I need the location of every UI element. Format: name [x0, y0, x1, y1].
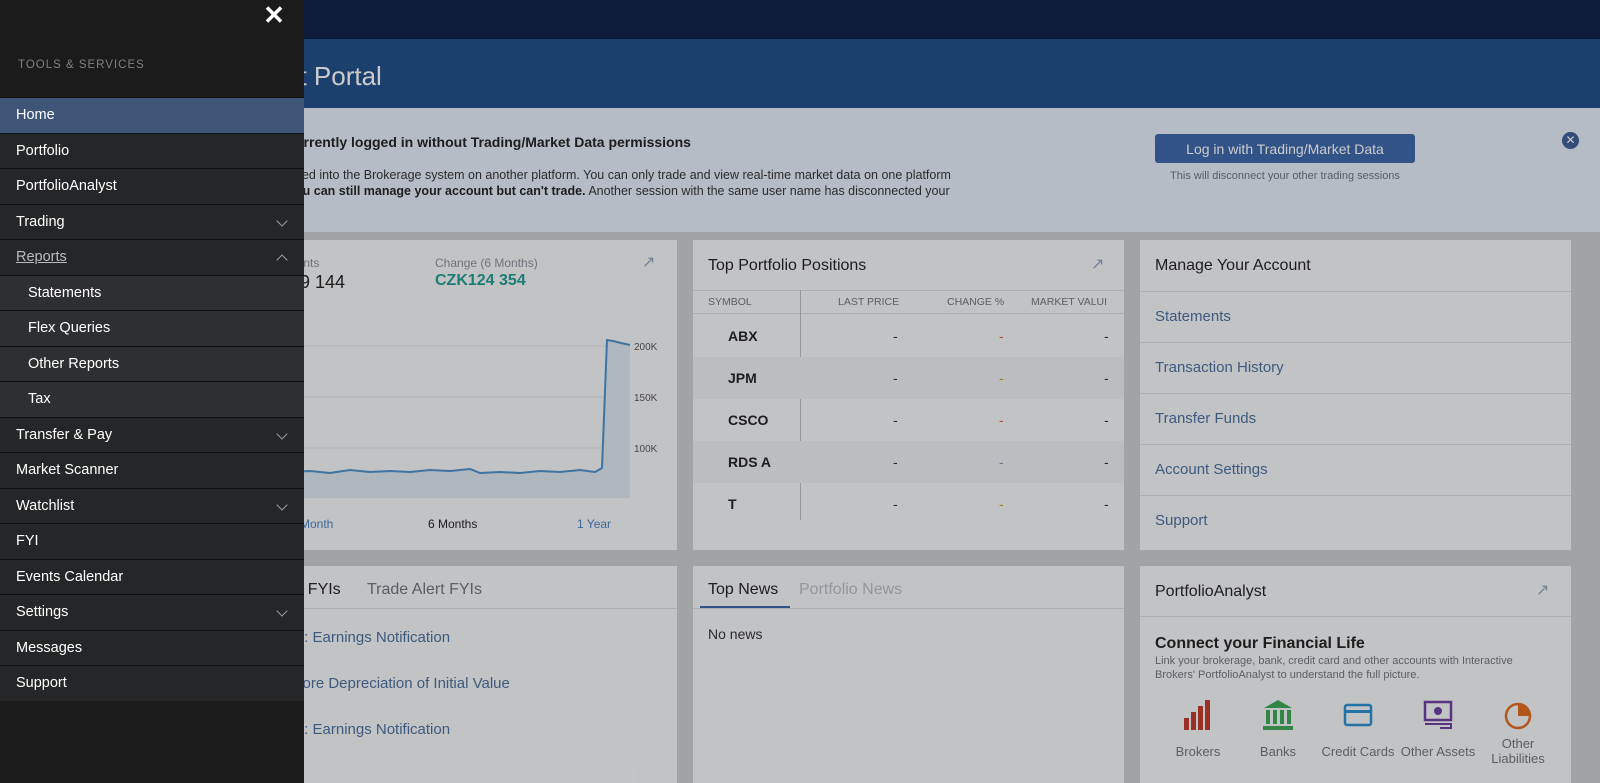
- menu-item-label: FYI: [16, 533, 39, 550]
- menu-item-tax[interactable]: Tax: [0, 381, 304, 417]
- menu-item-label: PortfolioAnalyst: [16, 178, 117, 195]
- menu-item-transfer-pay[interactable]: Transfer & Pay: [0, 416, 304, 452]
- side-menu: ✕ TOOLS & SERVICES Home Portfolio Portfoli…: [0, 0, 304, 783]
- close-icon[interactable]: ✕: [262, 2, 286, 28]
- menu-item-market-scanner[interactable]: Market Scanner: [0, 452, 304, 488]
- menu-item-label: Messages: [16, 639, 83, 656]
- menu-item-watchlist[interactable]: Watchlist: [0, 487, 304, 523]
- menu-heading: TOOLS & SERVICES: [18, 59, 145, 71]
- menu-item-label: Flex Queries: [28, 320, 111, 337]
- menu-item-reports[interactable]: Reports: [0, 239, 304, 275]
- menu-item-label: Tax: [28, 391, 51, 408]
- menu-item-portfolio[interactable]: Portfolio: [0, 132, 304, 168]
- menu-item-label: Statements: [28, 284, 102, 301]
- chevron-down-icon: [276, 427, 288, 440]
- chevron-down-icon: [276, 605, 288, 617]
- menu-item-other-reports[interactable]: Other Reports: [0, 345, 304, 381]
- menu-item-label: Settings: [16, 604, 69, 621]
- menu-item-support[interactable]: Support: [0, 665, 304, 701]
- menu-item-settings[interactable]: Settings: [0, 594, 304, 630]
- menu-item-home[interactable]: Home: [0, 97, 304, 133]
- menu-item-label: Reports: [16, 249, 67, 266]
- menu-item-label: Market Scanner: [16, 462, 119, 479]
- menu-list: Home Portfolio PortfolioAnalyst Trading Repo…: [0, 97, 304, 701]
- menu-item-flex-queries[interactable]: Flex Queries: [0, 310, 304, 346]
- menu-item-label: Support: [16, 675, 67, 692]
- menu-item-label: Trading: [16, 213, 65, 230]
- menu-item-label: Watchlist: [16, 497, 75, 514]
- chevron-down-icon: [276, 498, 288, 511]
- menu-item-fyi[interactable]: FYI: [0, 523, 304, 559]
- menu-item-messages[interactable]: Messages: [0, 629, 304, 665]
- menu-item-statements[interactable]: Statements: [0, 274, 304, 310]
- menu-item-label: Portfolio: [16, 142, 70, 159]
- chevron-down-icon: [276, 214, 288, 227]
- menu-item-events-calendar[interactable]: Events Calendar: [0, 558, 304, 594]
- menu-item-label: Events Calendar: [16, 568, 124, 585]
- menu-item-trading[interactable]: Trading: [0, 203, 304, 239]
- menu-item-portfolioanalyst[interactable]: PortfolioAnalyst: [0, 168, 304, 204]
- menu-item-label: Other Reports: [28, 355, 120, 372]
- menu-item-label: Transfer & Pay: [16, 426, 113, 443]
- menu-item-label: Home: [16, 107, 55, 124]
- chevron-up-icon: [276, 254, 288, 266]
